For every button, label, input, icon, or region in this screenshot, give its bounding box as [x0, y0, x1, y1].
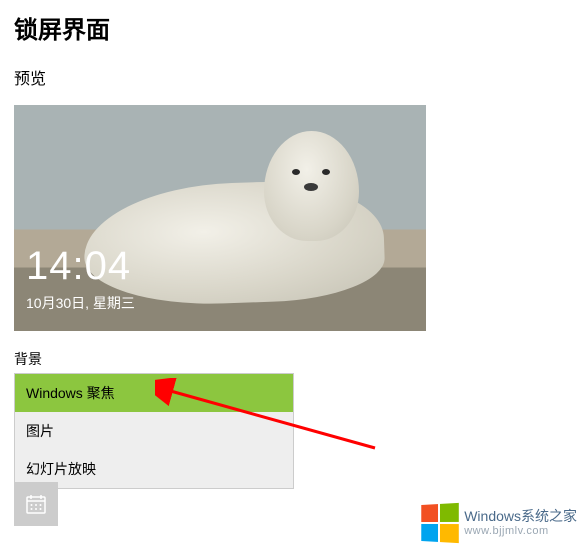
- windows-logo-icon: [421, 503, 459, 543]
- page-title: 锁屏界面: [0, 0, 585, 51]
- preview-label: 预览: [0, 51, 585, 97]
- lockscreen-preview[interactable]: 14:04 10月30日, 星期三: [14, 105, 426, 331]
- preview-time: 14:04: [26, 244, 131, 289]
- watermark-url: www.bjjmlv.com: [464, 525, 577, 537]
- watermark-brand: Windows系统之家: [464, 509, 577, 524]
- calendar-icon: [24, 492, 48, 516]
- calendar-button[interactable]: [14, 482, 58, 526]
- preview-date: 10月30日, 星期三: [26, 293, 135, 313]
- dropdown-option-picture[interactable]: 图片: [15, 412, 293, 450]
- watermark: Windows系统之家 www.bjjmlv.com: [420, 504, 577, 542]
- dropdown-option-spotlight[interactable]: Windows 聚焦: [15, 374, 293, 412]
- background-dropdown[interactable]: Windows 聚焦 图片 幻灯片放映: [14, 373, 294, 489]
- preview-image-seal-head: [264, 131, 359, 241]
- background-label: 背景: [0, 331, 585, 373]
